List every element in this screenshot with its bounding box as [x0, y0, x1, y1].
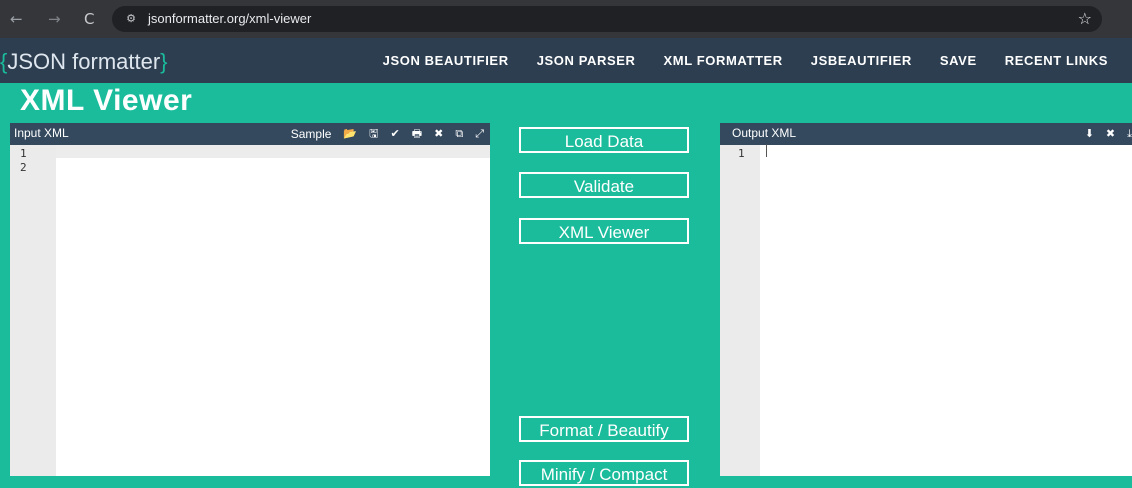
output-editor[interactable] — [760, 145, 1132, 476]
address-bar[interactable]: ⚙ jsonformatter.org/xml-viewer ☆ — [112, 6, 1102, 32]
output-xml-panel: Output XML ⬇ ✖ ⤓ 1 — [720, 123, 1132, 476]
reload-icon[interactable]: C — [84, 10, 94, 28]
input-editor[interactable] — [56, 145, 490, 476]
copy-icon[interactable]: ⧉ — [455, 126, 463, 142]
nav-json-beautifier[interactable]: JSON BEAUTIFIER — [369, 53, 523, 68]
input-xml-panel: Input XML Sample 📂 🖫 ✔ 🖶 ✖ ⧉ ⤢ 1 2 — [10, 123, 490, 476]
load-data-button[interactable]: Load Data — [519, 127, 689, 153]
nav-xml-formatter[interactable]: XML FORMATTER — [650, 53, 797, 68]
logo-text: JSON formatter — [7, 49, 161, 74]
input-panel-title: Input XML — [14, 126, 69, 140]
save-icon[interactable]: 🖫 — [369, 126, 378, 142]
nav-jsbeautifier[interactable]: JSBEAUTIFIER — [797, 53, 926, 68]
back-arrow-icon[interactable]: ← — [10, 10, 23, 28]
input-line-gutter: 1 2 — [10, 145, 56, 476]
line-number: 1 — [20, 147, 27, 160]
output-panel-title: Output XML — [732, 126, 797, 140]
fullscreen-icon[interactable]: ⤢ — [475, 126, 484, 142]
minify-compact-button[interactable]: Minify / Compact — [519, 460, 689, 486]
output-line-gutter: 1 — [720, 145, 760, 476]
sample-button[interactable]: Sample — [291, 126, 332, 142]
open-folder-icon[interactable]: 📂 — [343, 126, 357, 142]
print-icon[interactable]: 🖶 — [412, 126, 422, 142]
main-navigation: JSON BEAUTIFIER JSON PARSER XML FORMATTE… — [369, 38, 1122, 83]
nav-save[interactable]: SAVE — [926, 53, 991, 68]
line-number: 2 — [20, 161, 27, 174]
bookmark-star-icon[interactable]: ☆ — [1078, 9, 1092, 28]
browser-toolbar: ← → C ⚙ jsonformatter.org/xml-viewer ☆ — [0, 0, 1132, 38]
xml-viewer-button[interactable]: XML Viewer — [519, 218, 689, 244]
check-icon[interactable]: ✔ — [391, 126, 400, 142]
validate-button[interactable]: Validate — [519, 172, 689, 198]
close-icon[interactable]: ✖ — [1106, 126, 1115, 142]
site-logo[interactable]: {JSON formatter} — [0, 49, 168, 75]
output-toolbar: ⬇ ✖ ⤓ — [1085, 126, 1132, 142]
nav-json-parser[interactable]: JSON PARSER — [523, 53, 650, 68]
output-panel-header: Output XML ⬇ ✖ ⤓ — [720, 123, 1132, 145]
url-text[interactable]: jsonformatter.org/xml-viewer — [148, 11, 311, 26]
line-number: 1 — [738, 147, 745, 160]
site-info-icon[interactable]: ⚙ — [121, 10, 141, 28]
nav-recent-links[interactable]: RECENT LINKS — [991, 53, 1122, 68]
site-header: {JSON formatter} JSON BEAUTIFIER JSON PA… — [0, 38, 1132, 83]
page-title: XML Viewer — [20, 84, 193, 117]
input-panel-header: Input XML Sample 📂 🖫 ✔ 🖶 ✖ ⧉ ⤢ — [10, 123, 490, 145]
forward-arrow-icon[interactable]: → — [48, 10, 61, 28]
download-arrow-icon[interactable]: ⬇ — [1085, 126, 1094, 142]
input-toolbar: Sample 📂 🖫 ✔ 🖶 ✖ ⧉ ⤢ — [291, 126, 484, 142]
logo-brace-close: } — [160, 49, 168, 74]
format-beautify-button[interactable]: Format / Beautify — [519, 416, 689, 442]
close-icon[interactable]: ✖ — [434, 126, 443, 142]
text-cursor — [766, 144, 767, 157]
download-icon[interactable]: ⤓ — [1127, 126, 1132, 142]
